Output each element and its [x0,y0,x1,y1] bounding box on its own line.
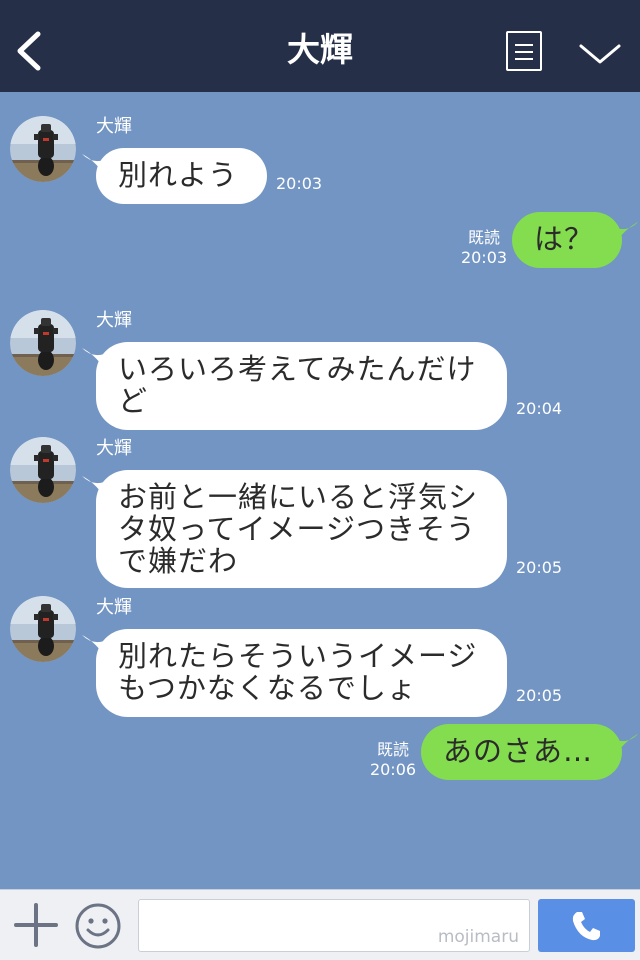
chevron-left-icon[interactable] [14,30,44,72]
call-button[interactable] [538,899,635,952]
message-text: 別れたらそういうイメージもつかなくなるでしょ [118,639,478,705]
chat-header: 大輝 [0,0,640,92]
message-time: 20:05 [516,558,563,577]
message-time: 20:04 [516,399,563,418]
message-input[interactable]: mojimaru [138,899,530,952]
sender-name: 大輝 [96,438,132,459]
message-text: は？ [534,222,595,256]
phone-icon [572,912,600,941]
sender-name: 大輝 [96,310,132,331]
watermark: mojimaru [437,927,519,947]
message-time: 20:05 [516,686,563,705]
message-text: いろいろ考えてみたんだけど [118,352,477,418]
bubble-tail [616,222,638,242]
avatar[interactable] [10,596,76,662]
read-status: 既読 20:06 [367,740,419,780]
smiley-icon[interactable] [74,902,122,950]
bubble-tail [616,734,638,754]
read-status: 既読 20:03 [458,228,510,268]
message-bubble[interactable]: いろいろ考えてみたんだけど [96,342,507,430]
read-receipt: 既読 [376,740,409,759]
message-bubble[interactable]: 別れよう [96,148,267,204]
message-text: お前と一緒にいると浮気シタ奴ってイメージつきそうで嫌だわ [118,480,479,578]
avatar[interactable] [10,116,76,182]
list-icon[interactable] [506,31,542,71]
message-text: あのさあ… [443,734,594,768]
message-time: 20:03 [460,248,508,267]
message-bubble[interactable]: お前と一緒にいると浮気シタ奴ってイメージつきそうで嫌だわ [96,470,507,588]
chevron-down-icon[interactable] [578,40,622,68]
message-bubble[interactable]: 別れたらそういうイメージもつかなくなるでしょ [96,629,507,717]
message-time: 20:03 [276,174,323,193]
chat-title: 大輝 [287,30,353,69]
plus-icon[interactable] [14,903,58,947]
avatar[interactable] [10,310,76,376]
input-bar: mojimaru [0,889,640,960]
chat-area[interactable]: 大輝 別れよう 20:03 既読 20:03 は？ 大輝 いろいろ考えてみたんだ… [0,92,640,889]
read-receipt: 既読 [467,228,500,247]
message-text: 別れよう [118,158,239,192]
avatar[interactable] [10,437,76,503]
sender-name: 大輝 [96,597,132,618]
message-bubble[interactable]: あのさあ… [421,724,622,780]
message-bubble[interactable]: は？ [512,212,622,268]
sender-name: 大輝 [96,116,132,137]
message-time: 20:06 [369,760,417,779]
